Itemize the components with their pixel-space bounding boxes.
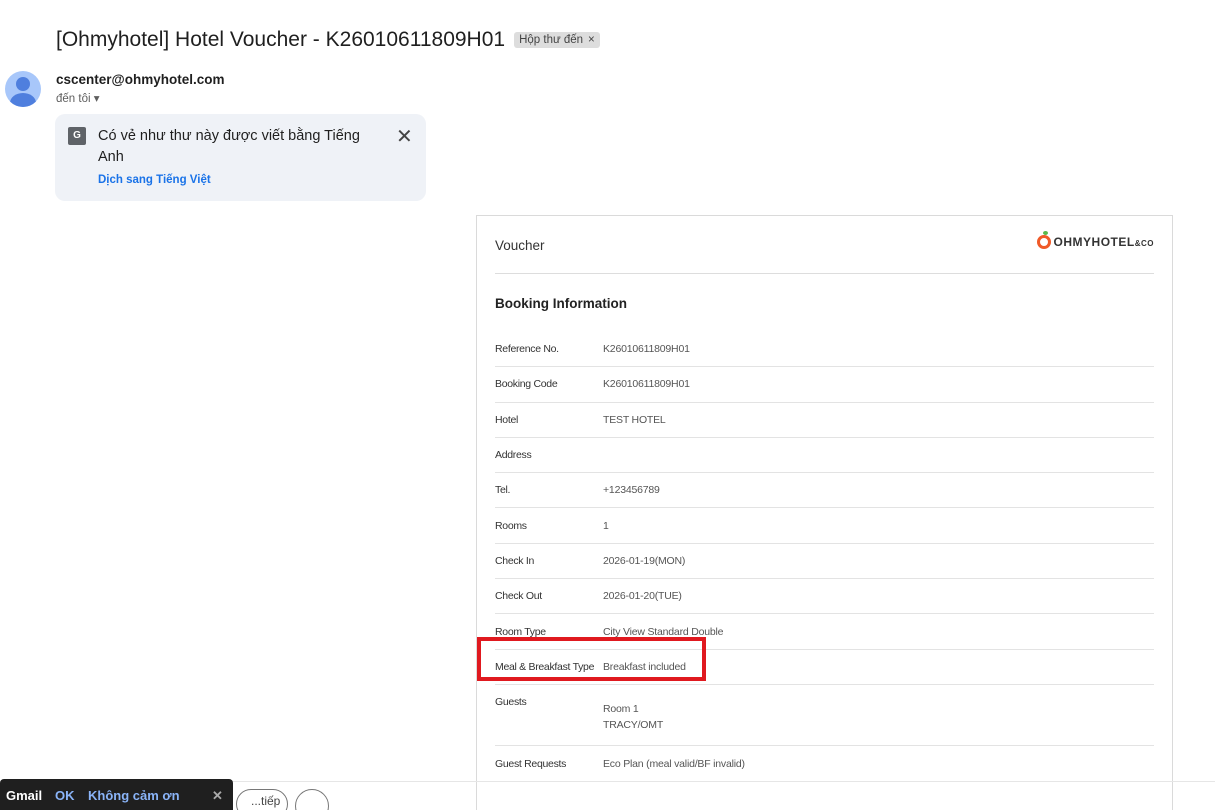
sender-email[interactable]: cscenter@ohmyhotel.com [56, 72, 224, 87]
close-icon[interactable]: ✕ [212, 788, 223, 804]
logo-suffix: &CO [1134, 239, 1154, 248]
row-value: K26010611809H01 [603, 343, 690, 356]
table-row: Tel. +123456789 [495, 473, 1154, 509]
row-label: Check In [495, 554, 535, 567]
row-label: Check Out [495, 590, 542, 603]
voucher-title: Voucher [495, 238, 545, 253]
voucher-card: Voucher OHMYHOTEL&CO Booking Information… [476, 215, 1173, 810]
table-row: Reference No. K26010611809H01 [495, 332, 1154, 368]
snackbar-ok-button[interactable]: OK [55, 788, 75, 803]
row-value: K26010611809H01 [603, 378, 690, 391]
table-row: Hotel TEST HOTEL [495, 403, 1154, 438]
table-row: Rooms 1 [495, 508, 1154, 544]
row-label: Guests [495, 695, 527, 708]
row-value: 2026-01-19(MON) [603, 554, 686, 567]
inbox-label-badge[interactable]: Hộp thư đến × [514, 32, 600, 48]
guest-room: Room 1 [603, 702, 639, 715]
recipient-details[interactable]: đến tôi ▾ [56, 91, 100, 105]
table-row: Check In 2026-01-19(MON) [495, 544, 1154, 580]
row-label: Booking Code [495, 378, 558, 391]
row-value: +123456789 [603, 484, 660, 497]
guest-name: TRACY/OMT [603, 718, 664, 731]
avatar[interactable] [5, 71, 41, 107]
table-row: Booking Code K26010611809H01 [495, 367, 1154, 403]
snackbar: Gmail OK Không cảm ơn ✕ [0, 779, 233, 810]
row-value: TEST HOTEL [603, 413, 666, 426]
voucher-header: Voucher OHMYHOTEL&CO [495, 216, 1154, 274]
email-subject: [Ohmyhotel] Hotel Voucher - K26010611809… [56, 28, 600, 52]
row-label: Guest Requests [495, 757, 567, 770]
row-label: Rooms [495, 519, 527, 532]
ohmyhotel-logo: OHMYHOTEL&CO [1036, 231, 1154, 249]
row-value: City View Standard Double [603, 625, 724, 638]
recipient-label: đến tôi [56, 93, 91, 105]
badge-label: Hộp thư đến [519, 34, 584, 46]
highlight-box [477, 637, 706, 681]
section-title: Booking Information [495, 296, 627, 311]
emoji-button[interactable] [295, 789, 329, 810]
table-row: Address [495, 438, 1154, 474]
subject-text: [Ohmyhotel] Hotel Voucher - K26010611809… [56, 28, 506, 51]
row-label: Reference No. [495, 343, 559, 356]
booking-table: Reference No. K26010611809H01 Booking Cod… [495, 332, 1154, 781]
logo-text: OHMYHOTEL [1053, 235, 1135, 249]
row-label: Tel. [495, 484, 511, 497]
remove-label-icon[interactable]: × [588, 34, 595, 46]
row-value: 1 [603, 519, 609, 532]
row-value: 2026-01-20(TUE) [603, 590, 682, 603]
orange-logo-icon [1036, 231, 1051, 249]
translate-message: Có vẻ như thư này được viết bằng Tiếng A… [98, 128, 360, 165]
snackbar-decline-button[interactable]: Không cảm ơn [88, 788, 180, 803]
chevron-down-icon[interactable]: ▾ [94, 93, 100, 105]
row-label: Hotel [495, 413, 519, 426]
row-value: Room 1 TRACY/OMT [603, 696, 663, 733]
translate-banner: G Có vẻ như thư này được viết bằng Tiếng… [55, 114, 426, 201]
row-value: Eco Plan (meal valid/BF invalid) [603, 757, 745, 770]
table-row: Guest Requests Eco Plan (meal valid/BF in… [495, 746, 1154, 781]
row-label: Address [495, 449, 532, 462]
snackbar-app: Gmail [6, 788, 43, 803]
table-row: Check Out 2026-01-20(TUE) [495, 579, 1154, 615]
row-label: Room Type [495, 625, 546, 638]
translate-icon: G [68, 127, 86, 145]
forward-button[interactable]: ...tiếp [236, 789, 288, 810]
close-icon[interactable]: ✕ [396, 124, 413, 149]
table-row-guests: Guests Room 1 TRACY/OMT [495, 685, 1154, 746]
translate-link[interactable]: Dịch sang Tiếng Việt [98, 174, 211, 186]
